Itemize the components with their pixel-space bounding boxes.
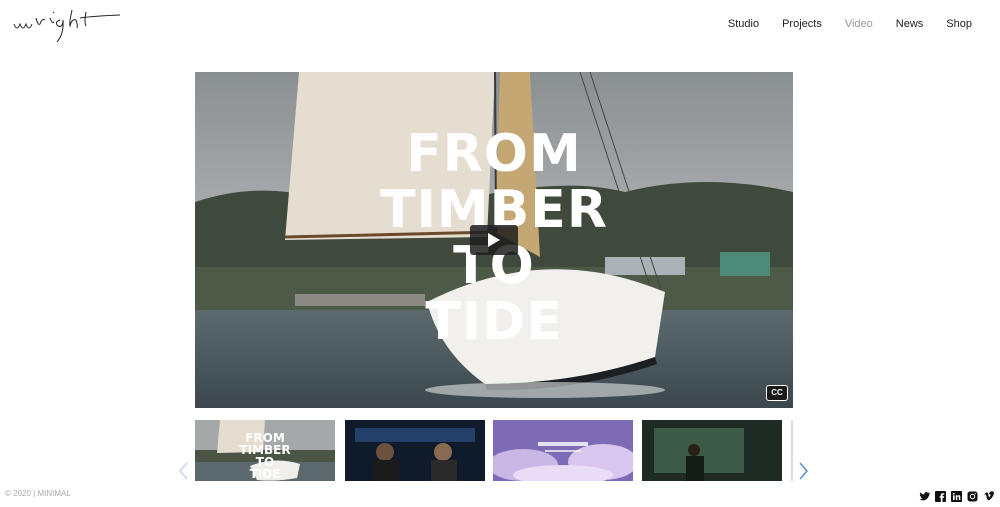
linkedin-icon[interactable]: [951, 489, 962, 502]
instagram-icon[interactable]: [967, 489, 978, 502]
wright-signature-logo: [13, 9, 121, 43]
vimeo-icon[interactable]: [983, 489, 994, 501]
site-logo[interactable]: [12, 8, 122, 43]
thumbnail-car-interior[interactable]: [345, 420, 485, 481]
video-thumbnail-carousel: FROM TIMBER TO TIDE: [195, 420, 793, 481]
nav-projects[interactable]: Projects: [782, 18, 822, 30]
thumbnail-purple-clouds[interactable]: [493, 420, 633, 481]
footer-copyright: © 2020 | MINIMAL: [5, 489, 71, 498]
carousel-next-button[interactable]: [797, 462, 809, 480]
title-line: FROM: [406, 124, 582, 184]
nav-video[interactable]: Video: [845, 18, 873, 30]
play-button[interactable]: [470, 225, 518, 255]
social-links: [919, 489, 994, 502]
twitter-icon[interactable]: [919, 489, 931, 501]
thumbnail-image: [345, 420, 485, 481]
thumbnail-title-line: TIDE: [249, 467, 281, 481]
chevron-left-icon: [179, 462, 188, 480]
carousel-prev-button[interactable]: [178, 462, 190, 480]
thumbnail-partial[interactable]: [791, 420, 793, 481]
thumbnail-image: [493, 420, 633, 481]
main-nav: Studio Projects Video News Shop: [728, 18, 972, 30]
nav-studio[interactable]: Studio: [728, 18, 759, 30]
title-line: TIDE: [425, 292, 563, 352]
nav-news[interactable]: News: [896, 18, 924, 30]
thumbnail-dark-room[interactable]: [642, 420, 782, 481]
chevron-right-icon: [799, 462, 808, 480]
facebook-icon[interactable]: [935, 489, 946, 502]
closed-captions-button[interactable]: CC: [766, 385, 788, 401]
thumbnail-from-timber-to-tide[interactable]: FROM TIMBER TO TIDE: [195, 420, 335, 481]
play-icon: [488, 233, 500, 247]
thumbnail-image: [642, 420, 782, 481]
video-player[interactable]: FROM TIMBER TO TIDE CC: [195, 72, 793, 408]
thumbnail-title-overlay: FROM TIMBER TO TIDE: [195, 432, 335, 480]
nav-shop[interactable]: Shop: [946, 18, 972, 30]
